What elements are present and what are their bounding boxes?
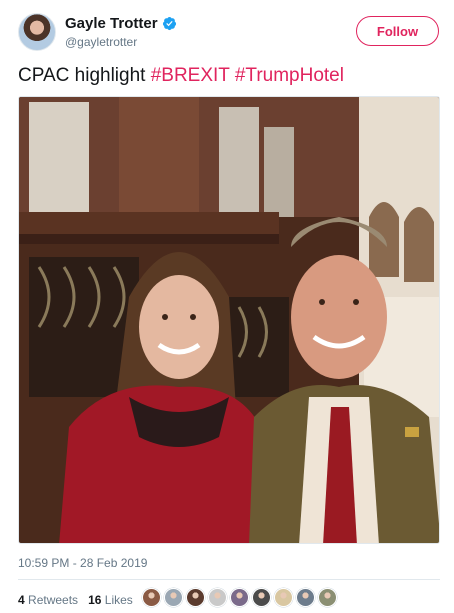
liker-avatar[interactable] (296, 588, 315, 607)
liker-avatar[interactable] (164, 588, 183, 607)
verified-badge-icon (162, 16, 176, 31)
likes-count: 16 (88, 593, 102, 607)
author-handle[interactable]: @gayletrotter (65, 35, 137, 49)
tweet-header: Gayle Trotter @gayletrotter Follow (18, 13, 440, 53)
liker-avatar[interactable] (274, 588, 293, 607)
tweet-stats: 4 Retweets 16 Likes (18, 593, 133, 607)
follow-button[interactable]: Follow (356, 16, 439, 46)
author-display-name[interactable]: Gayle Trotter (65, 15, 158, 32)
liker-avatar[interactable] (142, 588, 161, 607)
hashtag-brexit[interactable]: #BREXIT (151, 65, 230, 86)
liker-avatar[interactable] (230, 588, 249, 607)
author-name-row: Gayle Trotter (65, 15, 177, 32)
liker-avatar[interactable] (186, 588, 205, 607)
retweets-label: Retweets (28, 593, 79, 607)
stats-divider (18, 579, 440, 580)
tweet-text-plain: CPAC highlight (18, 65, 151, 86)
author-avatar[interactable] (18, 13, 56, 51)
photo-illustration (19, 97, 439, 543)
retweets-count: 4 (18, 593, 25, 607)
likes-label: Likes (104, 593, 133, 607)
liker-avatar[interactable] (318, 588, 337, 607)
liker-avatar[interactable] (252, 588, 271, 607)
tweet-timestamp[interactable]: 10:59 PM - 28 Feb 2019 (18, 556, 147, 570)
hashtag-trumphotel[interactable]: #TrumpHotel (235, 65, 344, 86)
liker-avatars (142, 588, 337, 607)
liker-avatar[interactable] (208, 588, 227, 607)
tweet-text: CPAC highlight #BREXIT #TrumpHotel (18, 65, 344, 87)
likes-stat[interactable]: 16 Likes (88, 593, 133, 607)
retweets-stat[interactable]: 4 Retweets (18, 593, 78, 607)
tweet-photo[interactable] (18, 96, 440, 544)
